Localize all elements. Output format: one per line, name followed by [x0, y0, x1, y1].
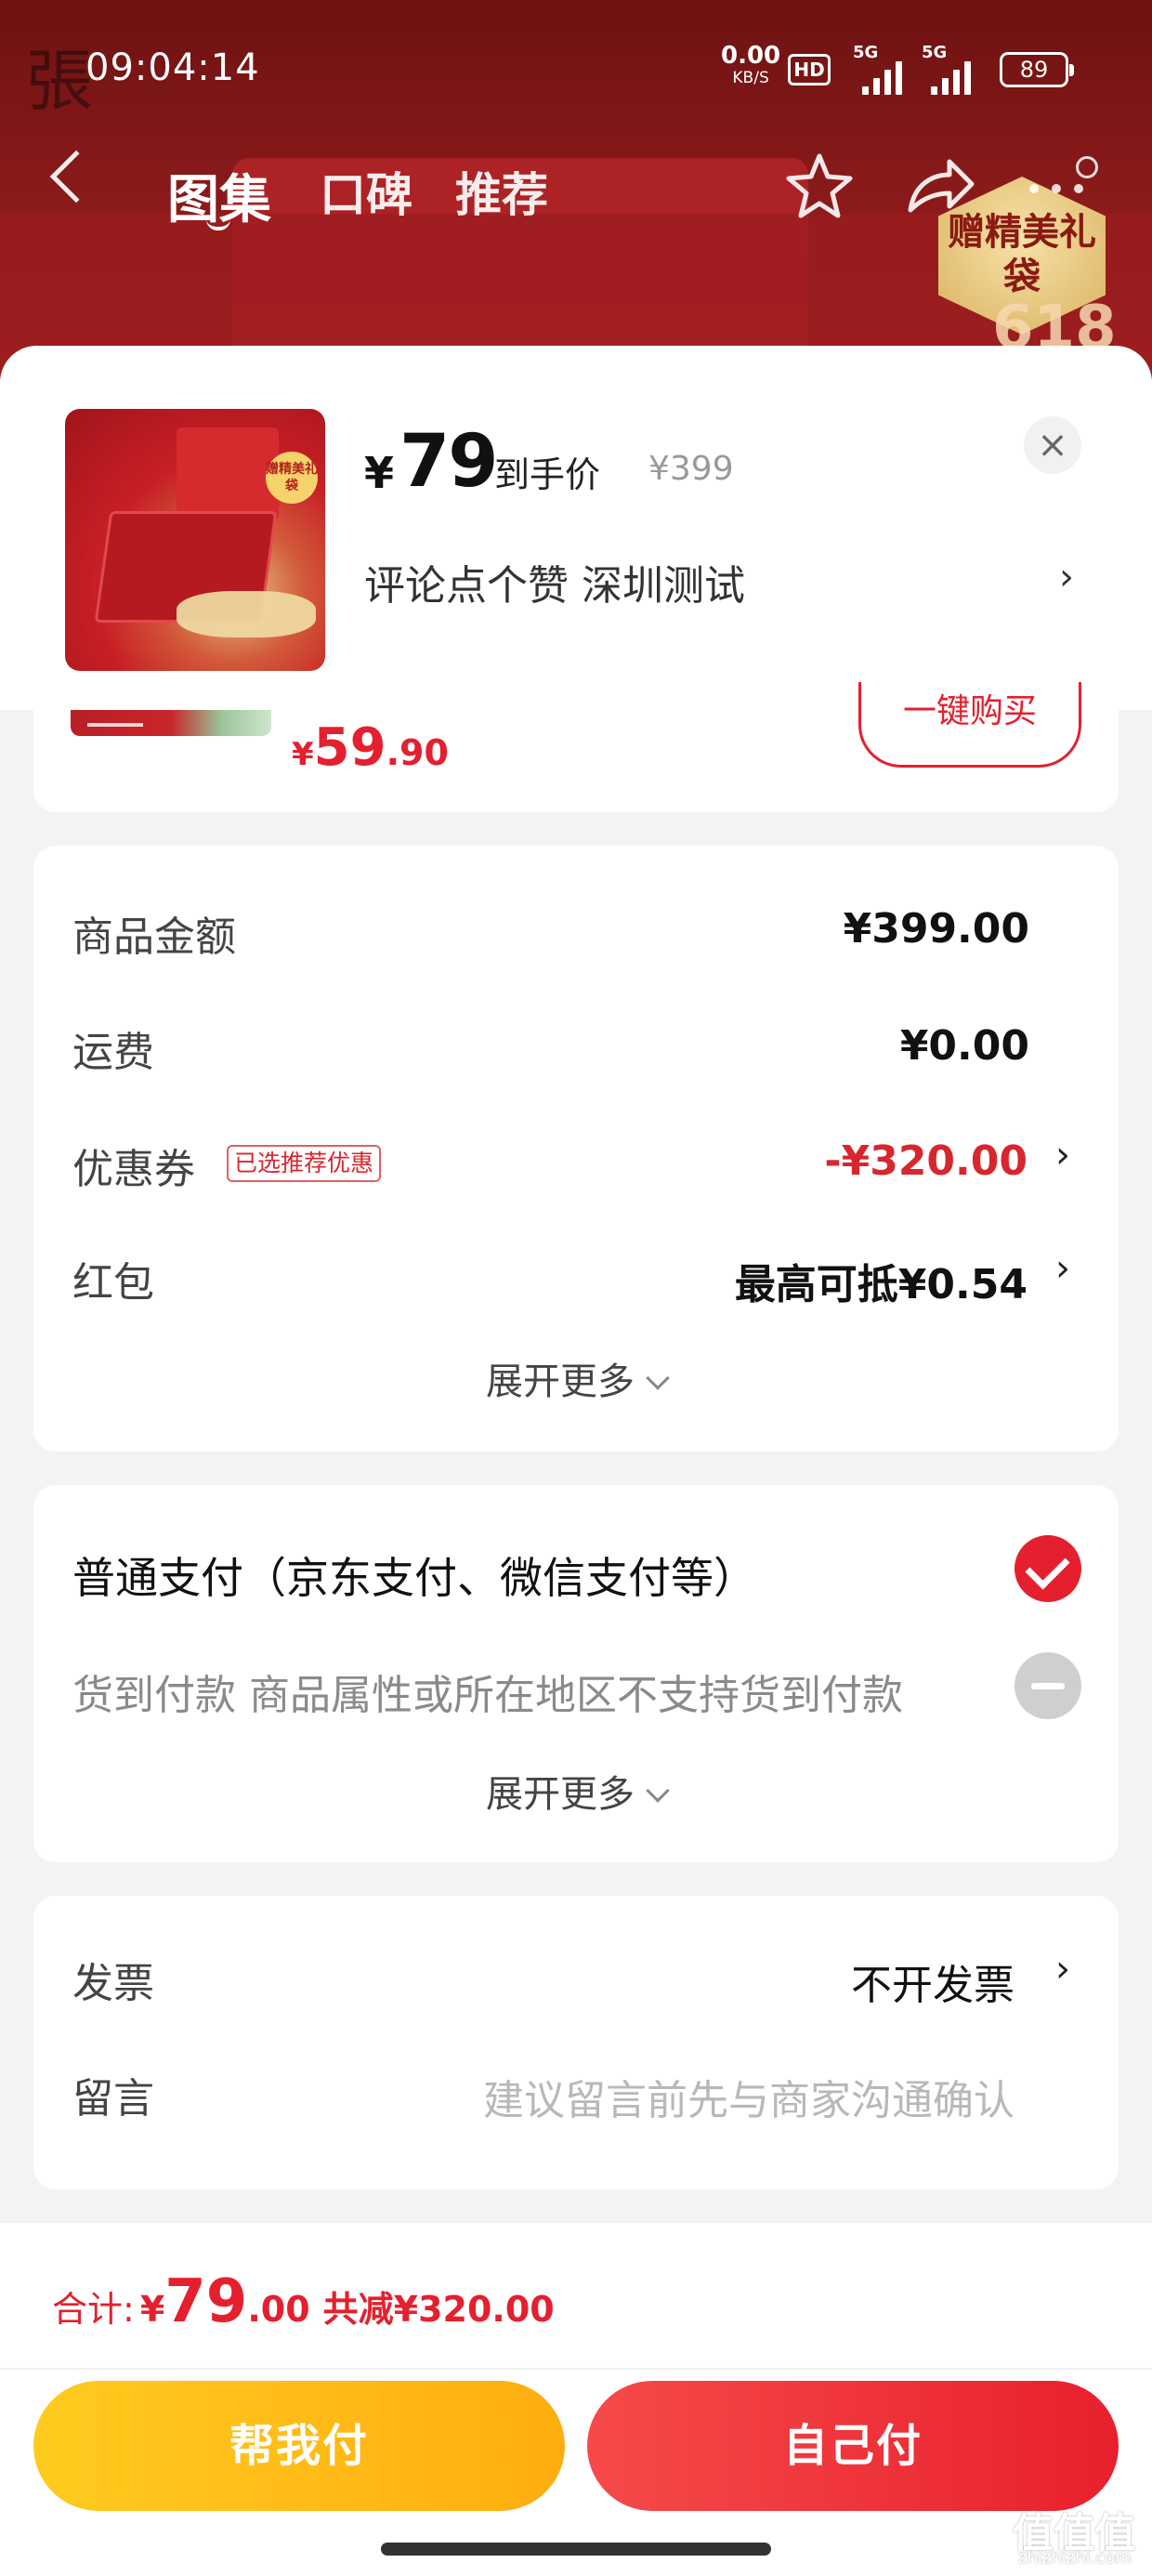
status-time: 09:04:14: [85, 46, 260, 89]
coupon-value[interactable]: -¥320.00: [824, 1137, 1028, 1185]
payment-normal-option[interactable]: 普通支付（京东支付、微信支付等）: [72, 1544, 756, 1606]
shipping-label: 运费: [72, 1029, 154, 1076]
coupon-tag: 已选推荐优惠: [227, 1145, 382, 1182]
chevron-right-icon[interactable]: ›: [1059, 556, 1074, 598]
help-pay-button[interactable]: 帮我付: [33, 2381, 565, 2511]
message-input[interactable]: 建议留言前先与商家沟通确认: [483, 2067, 1015, 2126]
checked-icon[interactable]: [1015, 1535, 1081, 1602]
chevron-right-icon[interactable]: ›: [1055, 1247, 1070, 1290]
tab-recommend[interactable]: 推荐: [455, 158, 548, 225]
more-icon[interactable]: [1029, 184, 1085, 195]
footer-divider: [0, 2368, 1152, 2370]
shipping-value: ¥0.00: [899, 1022, 1029, 1070]
tab-reviews[interactable]: 口碑: [320, 158, 412, 225]
payment-method-card: 普通支付（京东支付、微信支付等） 货到付款 商品属性或所在地区不支持货到付款 展…: [33, 1485, 1119, 1862]
close-icon[interactable]: ×: [1024, 416, 1081, 474]
notification-dot-icon: [1076, 156, 1098, 178]
order-amount-card: 商品金额 ¥399.00 运费 ¥0.00 优惠券 已选推荐优惠 -¥320.0…: [33, 846, 1119, 1452]
recommended-item-card: ¥59.90 一键购买: [33, 682, 1119, 812]
chevron-right-icon[interactable]: ›: [1055, 1134, 1070, 1176]
network-speed-value: 0.00: [721, 42, 781, 70]
network-speed: 0.00 KB/S: [721, 42, 781, 89]
chevron-down-icon: [646, 1779, 670, 1803]
order-total: 合计: ¥79.00 共减¥320.00: [52, 2267, 555, 2336]
recommended-item-image: [71, 710, 271, 736]
expand-more-button[interactable]: 展开更多: [33, 1351, 1119, 1405]
price-currency: ¥: [364, 448, 395, 498]
product-thumbnail: 赠精美礼袋: [65, 409, 325, 671]
self-pay-button[interactable]: 自己付: [587, 2381, 1119, 2511]
final-price: 79: [399, 420, 499, 504]
recommended-item-price: ¥59.90: [292, 717, 449, 778]
final-price-label: 到手价: [494, 454, 601, 495]
signal-2-label: 5G: [922, 43, 948, 62]
total-amount: 79: [164, 2267, 248, 2336]
invoice-message-card: 发票 不开发票 › 留言 建议留言前先与商家沟通确认: [33, 1896, 1119, 2189]
thumbnail-seal: 赠精美礼袋: [266, 452, 318, 504]
total-label: 合计:: [52, 2289, 135, 2330]
redpacket-value[interactable]: 最高可抵¥0.54: [735, 1251, 1028, 1310]
redpacket-label: 红包: [72, 1259, 154, 1307]
gift-badge-text: 赠精美礼袋: [948, 211, 1096, 298]
one-click-buy-button[interactable]: 一键购买: [858, 682, 1081, 768]
message-label: 留言: [72, 2075, 154, 2123]
payment-cod-option: 货到付款 商品属性或所在地区不支持货到付款: [72, 1672, 903, 1719]
chevron-right-icon[interactable]: ›: [1055, 1948, 1070, 1991]
brand-logo: 張: [26, 42, 94, 120]
goods-amount-value: ¥399.00: [843, 905, 1029, 953]
home-indicator[interactable]: [381, 2543, 771, 2556]
disabled-icon: [1015, 1652, 1081, 1719]
original-price: ¥399: [648, 450, 734, 488]
chevron-down-icon: [646, 1366, 670, 1390]
invoice-value[interactable]: 不开发票: [851, 1952, 1015, 2011]
coupon-label: 优惠券: [72, 1146, 195, 1193]
invoice-label: 发票: [72, 1960, 154, 2007]
hd-voice-icon: HD: [788, 54, 831, 85]
favorite-star-icon[interactable]: [784, 151, 855, 221]
network-speed-unit: KB/S: [732, 69, 769, 87]
expand-more-button[interactable]: 展开更多: [33, 1764, 1119, 1818]
signal-label: 5G: [853, 43, 879, 62]
total-discount: 共减¥320.00: [322, 2289, 555, 2330]
goods-amount-label: 商品金额: [72, 913, 236, 961]
watermark-url: zhizhizhi.com: [1018, 2548, 1132, 2568]
product-spec[interactable]: 评论点个赞 深圳测试: [364, 552, 745, 611]
battery-icon: 89: [1000, 52, 1074, 87]
